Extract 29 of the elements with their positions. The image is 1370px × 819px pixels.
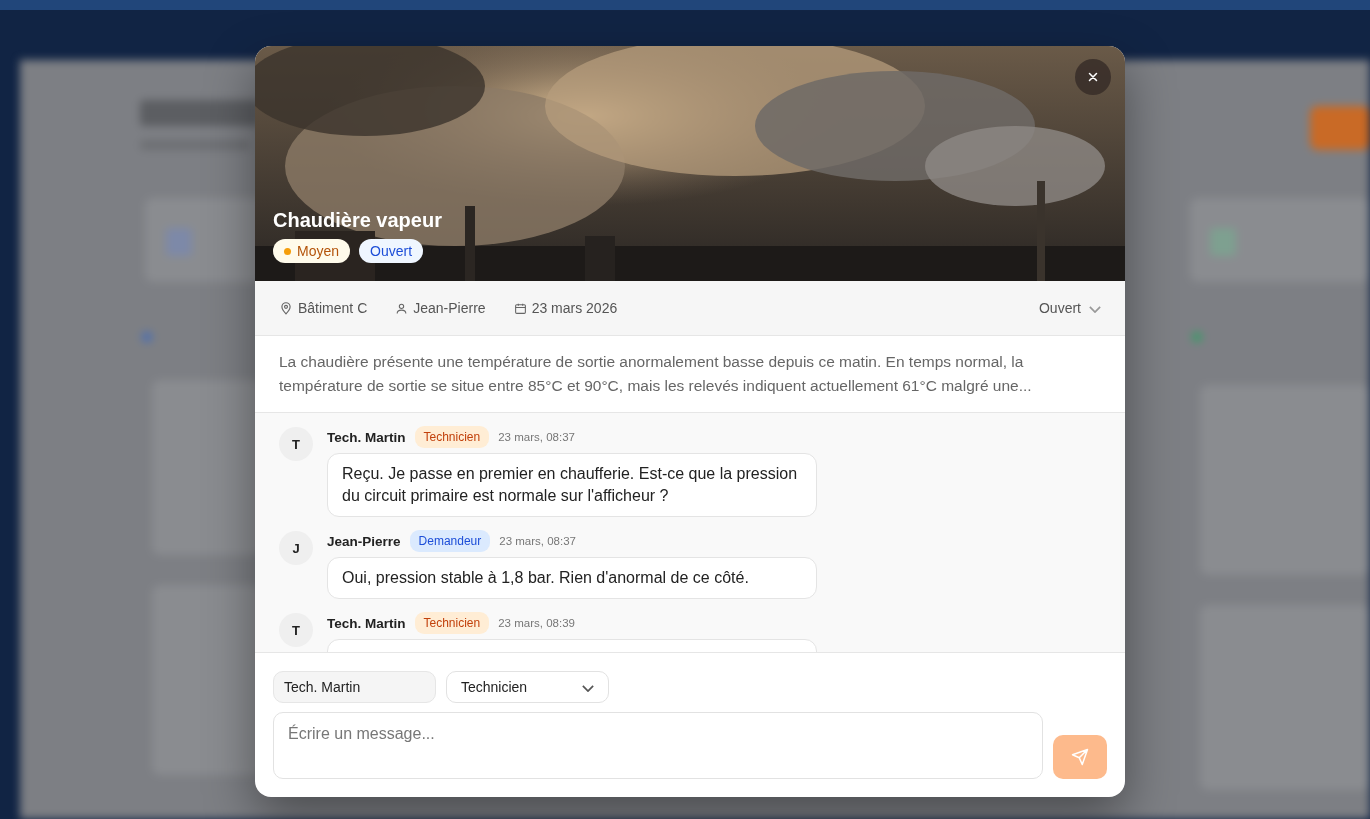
close-icon [1086, 70, 1100, 84]
status-dropdown[interactable]: Ouvert [1039, 298, 1101, 318]
message-bubble: Reçu. Je passe en premier en chaufferie. Est-ce que la pression du circuit primaire est normale sur l'afficheur ? [327, 453, 817, 517]
send-icon [1071, 748, 1089, 766]
role-dropdown[interactable]: Technicien [446, 671, 609, 703]
calendar-icon [513, 301, 527, 315]
avatar: T [279, 427, 313, 461]
author-name: Tech. Martin [327, 429, 406, 445]
date-text: 23 mars 2026 [531, 300, 618, 316]
role-badge: Technicien [414, 612, 490, 634]
location-pin-icon [279, 301, 293, 315]
message-time: 23 mars, 08:39 [498, 617, 575, 629]
message-time: 23 mars, 08:37 [499, 535, 576, 547]
message-input[interactable]: Écrire un message... [273, 712, 1043, 779]
priority-badge: Moyen [273, 239, 351, 263]
requester-text: Jean-Pierre [413, 300, 486, 316]
avatar: T [279, 613, 313, 647]
role-badge: Technicien [414, 426, 490, 448]
message-time: 23 mars, 08:37 [498, 431, 575, 443]
author-name: Jean-Pierre [327, 533, 401, 549]
message-bubble: Oui, pression stable à 1,8 bar. Rien d'anormal de ce côté. [327, 557, 817, 599]
author-input[interactable]: Tech. Martin [273, 671, 436, 703]
modal-title: Chaudière vapeur [273, 209, 442, 232]
location-text: Bâtiment C [298, 300, 368, 316]
author-name: Tech. Martin [327, 615, 406, 631]
avatar: J [279, 531, 313, 565]
status-badge: Ouvert [359, 239, 424, 263]
role-badge: Demandeur [409, 530, 491, 552]
person-icon [395, 301, 409, 315]
